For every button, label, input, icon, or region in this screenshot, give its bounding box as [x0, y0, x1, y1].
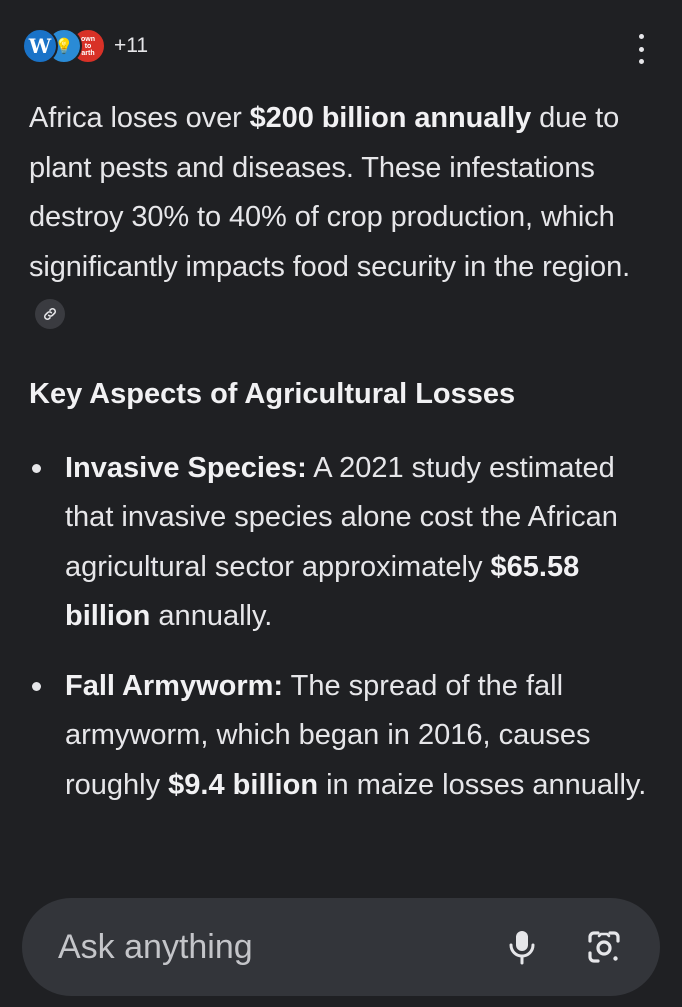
link-icon[interactable]: [35, 299, 65, 330]
intro-paragraph: Africa loses over $200 billion annually …: [29, 94, 649, 342]
bullet-icon: [32, 681, 41, 691]
bullet-icon: [32, 463, 41, 473]
point-label: Invasive Species:: [65, 451, 307, 484]
top-bar: W 💡 own to arth +11: [0, 0, 682, 90]
ask-input[interactable]: [58, 924, 478, 970]
sources-button[interactable]: W 💡 own to arth +11: [22, 28, 148, 64]
more-sources-count: +11: [114, 34, 149, 57]
answer-content: Africa loses over $200 billion annually …: [29, 94, 649, 830]
point-label: Fall Armyworm:: [65, 669, 284, 702]
section-heading: Key Aspects of Agricultural Losses: [29, 377, 516, 410]
microphone-icon[interactable]: [500, 925, 544, 969]
ask-bar: [22, 898, 660, 996]
more-options-icon[interactable]: [636, 34, 646, 64]
key-points-list: Invasive Species: A 2021 study estimated…: [29, 444, 649, 811]
emphasis-amount: $9.4 billion: [168, 768, 319, 801]
list-item: Fall Armyworm: The spread of the fall ar…: [29, 662, 649, 811]
emphasis-amount: $200 billion annually: [249, 102, 532, 134]
camera-lens-icon[interactable]: [582, 925, 626, 969]
wordpress-icon: W: [22, 28, 58, 64]
list-item: Invasive Species: A 2021 study estimated…: [29, 444, 649, 642]
